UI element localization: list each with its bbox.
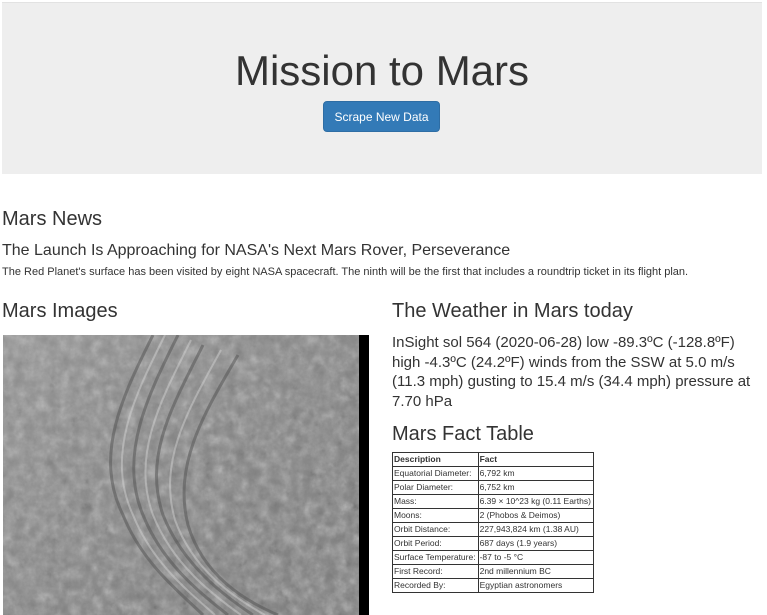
fact-value: -87 to -5 °C xyxy=(477,550,594,565)
table-row: Moons: 2 (Phobos & Deimos) xyxy=(392,508,594,523)
news-headline: The Launch Is Approaching for NASA's Nex… xyxy=(2,242,511,259)
fact-label: Equatorial Diameter: xyxy=(392,466,479,481)
fact-value: 687 days (1.9 years) xyxy=(477,536,594,551)
fact-value: Egyptian astronomers xyxy=(477,578,594,593)
news-teaser: The Red Planet's surface has been visite… xyxy=(2,266,689,278)
mars-news-heading: Mars News xyxy=(2,208,103,230)
fact-label: Polar Diameter: xyxy=(392,480,479,495)
mars-featured-image xyxy=(3,335,369,615)
table-row: Polar Diameter: 6,752 km xyxy=(392,480,594,495)
fact-label: First Record: xyxy=(392,564,479,579)
fact-value: 227,943,824 km (1.38 AU) xyxy=(477,522,594,537)
table-row: Orbit Distance: 227,943,824 km (1.38 AU) xyxy=(392,522,594,537)
column-header-description: Description xyxy=(392,452,479,467)
page-title: Mission to Mars xyxy=(234,47,530,94)
table-header-row: Description Fact xyxy=(392,452,594,467)
table-row: First Record: 2nd millennium BC xyxy=(392,564,594,579)
fact-label: Surface Temperature: xyxy=(392,550,479,565)
fact-value: 6,752 km xyxy=(477,480,594,495)
fact-label: Recorded By: xyxy=(392,578,479,593)
fact-value: 6.39 × 10^23 kg (0.11 Earths) xyxy=(477,494,594,509)
mars-images-heading: Mars Images xyxy=(2,300,118,322)
weather-report: InSight sol 564 (2020-06-28) low -89.3ºC… xyxy=(392,334,751,410)
fact-value: 6,792 km xyxy=(477,466,594,481)
fact-label: Mass: xyxy=(392,494,479,509)
scrape-new-data-button[interactable]: Scrape New Data xyxy=(323,101,440,132)
mars-fact-table: Description Fact Equatorial Diameter: 6,7… xyxy=(392,452,594,593)
fact-label: Orbit Period: xyxy=(392,536,479,551)
fact-table-heading: Mars Fact Table xyxy=(392,423,534,445)
table-row: Orbit Period: 687 days (1.9 years) xyxy=(392,536,594,551)
table-row: Recorded By: Egyptian astronomers xyxy=(392,578,594,593)
table-row: Equatorial Diameter: 6,792 km xyxy=(392,466,594,481)
jumbotron: Mission to Mars Scrape New Data xyxy=(2,2,762,174)
table-row: Mass: 6.39 × 10^23 kg (0.11 Earths) xyxy=(392,494,594,509)
mars-surface-image xyxy=(3,335,369,615)
fact-label: Orbit Distance: xyxy=(392,522,479,537)
weather-heading: The Weather in Mars today xyxy=(392,300,633,322)
table-row: Surface Temperature: -87 to -5 °C xyxy=(392,550,594,565)
fact-value: 2 (Phobos & Deimos) xyxy=(477,508,594,523)
column-header-fact: Fact xyxy=(477,452,594,467)
fact-label: Moons: xyxy=(392,508,479,523)
fact-value: 2nd millennium BC xyxy=(477,564,594,579)
